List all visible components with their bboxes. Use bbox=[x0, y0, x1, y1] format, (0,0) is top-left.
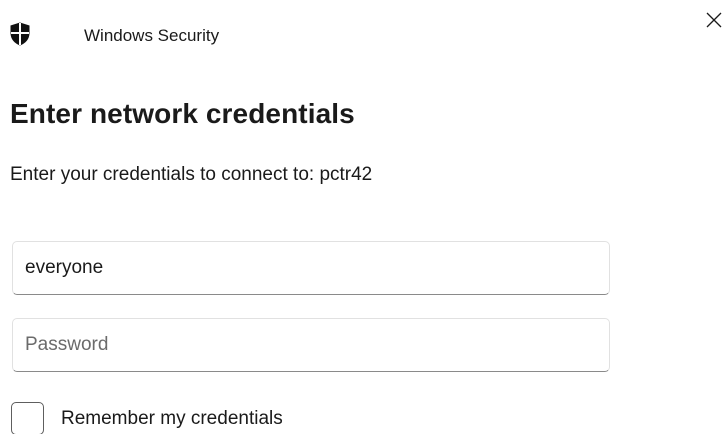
remember-label: Remember my credentials bbox=[61, 407, 283, 429]
shield-icon bbox=[10, 22, 30, 46]
credentials-dialog: Windows Security Enter network credentia… bbox=[0, 0, 727, 434]
title-bar: Windows Security bbox=[0, 0, 727, 70]
window-title: Windows Security bbox=[84, 26, 220, 45]
close-icon bbox=[706, 12, 722, 33]
remember-checkbox[interactable] bbox=[11, 402, 44, 434]
remember-credentials-option[interactable]: Remember my credentials bbox=[11, 402, 283, 434]
username-input[interactable] bbox=[12, 241, 610, 295]
close-button[interactable] bbox=[702, 8, 726, 36]
dialog-heading: Enter network credentials bbox=[10, 98, 355, 129]
dialog-subtitle: Enter your credentials to connect to: pc… bbox=[10, 164, 373, 185]
password-input[interactable] bbox=[12, 318, 610, 372]
